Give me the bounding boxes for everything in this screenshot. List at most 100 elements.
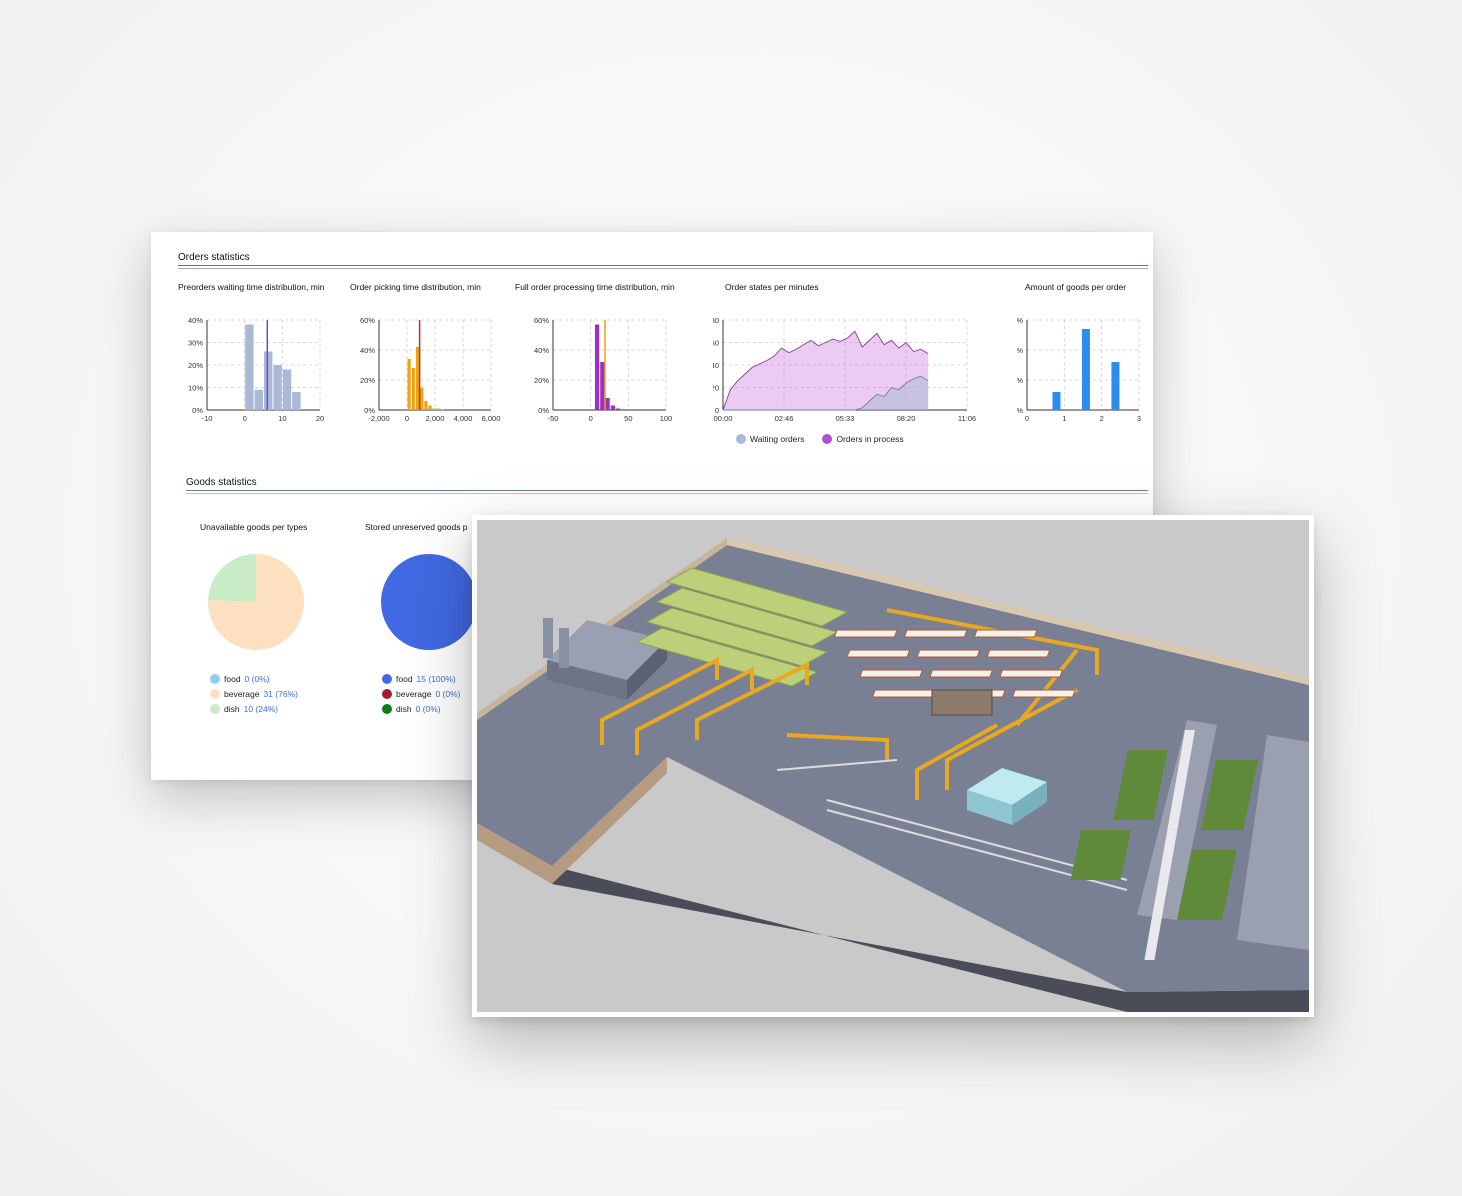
legend-value: 15 (100%) bbox=[416, 673, 456, 684]
legend-value: 31 (76%) bbox=[263, 688, 298, 699]
unavailable-goods-legend: food 0 (0%) beverage 31 (76%) dish 10 (24%) bbox=[210, 671, 298, 716]
legend-row-food[interactable]: food 15 (100%) bbox=[382, 671, 461, 686]
x-tick-label: 02:46 bbox=[775, 414, 794, 423]
legend-label-waiting: Waiting orders bbox=[750, 434, 805, 444]
x-tick-label: 0 bbox=[243, 414, 247, 423]
histogram-bar bbox=[600, 362, 605, 410]
y-tick-label: 0% bbox=[1017, 406, 1023, 415]
orders-section-rule-secondary bbox=[178, 268, 1148, 269]
bar bbox=[1086, 409, 1095, 410]
bar bbox=[1052, 392, 1061, 410]
pie-slice bbox=[208, 554, 256, 602]
orders-section-title: Orders statistics bbox=[178, 252, 250, 263]
legend-row-beverage[interactable]: beverage 0 (0%) bbox=[382, 686, 461, 701]
y-tick-label: 60% bbox=[534, 316, 549, 325]
x-tick-label: 1 bbox=[1062, 414, 1066, 423]
legend-item-orders-in-process[interactable]: Orders in process bbox=[822, 434, 904, 444]
x-tick-label: 00:00 bbox=[714, 414, 733, 423]
legend-row-beverage[interactable]: beverage 31 (76%) bbox=[210, 686, 298, 701]
y-tick-label: 40% bbox=[188, 316, 203, 325]
y-tick-label: 20% bbox=[360, 376, 375, 385]
legend-dot-in-process bbox=[822, 434, 833, 444]
x-tick-label: 3 bbox=[1137, 414, 1141, 423]
unavailable-goods-pie bbox=[208, 554, 304, 650]
y-tick-label: 20% bbox=[188, 361, 203, 370]
legend-dot-dish bbox=[382, 703, 392, 714]
legend-label: food bbox=[396, 673, 413, 684]
x-tick-label: 50 bbox=[624, 414, 632, 423]
legend-value: 0 (0%) bbox=[244, 673, 270, 684]
legend-value: 0 (0%) bbox=[415, 703, 441, 714]
histogram-bar bbox=[436, 408, 441, 410]
chart-title-goods-per-order: Amount of goods per order bbox=[1025, 282, 1127, 292]
y-tick-label: 40% bbox=[534, 346, 549, 355]
packing-machine bbox=[931, 689, 993, 716]
y-tick-label: 20% bbox=[1017, 376, 1023, 385]
x-tick-label: 20 bbox=[316, 414, 324, 423]
histogram-bar bbox=[245, 324, 254, 410]
warehouse-3d-scene[interactable] bbox=[477, 520, 1309, 1012]
x-tick-label: -2,000 bbox=[368, 414, 389, 423]
histogram-bar bbox=[273, 365, 282, 410]
x-tick-label: 05:33 bbox=[836, 414, 855, 423]
legend-row-food[interactable]: food 0 (0%) bbox=[210, 671, 298, 686]
goods-section-rule bbox=[186, 490, 1148, 491]
histogram-bar bbox=[411, 368, 415, 410]
legend-dot-food bbox=[382, 673, 392, 684]
x-tick-label: 0 bbox=[1025, 414, 1029, 423]
goods-section-title: Goods statistics bbox=[186, 477, 257, 488]
x-tick-label: 0 bbox=[589, 414, 593, 423]
histogram-bar bbox=[415, 347, 420, 410]
legend-item-waiting-orders[interactable]: Waiting orders bbox=[736, 434, 804, 444]
order-states-area-chart: 02040608000:0002:4605:3308:2011:06 bbox=[713, 316, 976, 423]
y-tick-label: 80 bbox=[713, 316, 719, 325]
legend-dot-dish bbox=[210, 703, 220, 714]
legend-value: 0 (0%) bbox=[435, 688, 461, 699]
histogram-bar bbox=[264, 351, 273, 410]
histogram-bar bbox=[441, 409, 445, 410]
order-states-legend: Waiting orders Orders in process bbox=[736, 434, 904, 444]
histogram-bar bbox=[605, 398, 610, 410]
y-tick-label: 60% bbox=[1017, 316, 1023, 325]
preorders-waiting-histogram: 0%10%20%30%40%-10 0 10 20 bbox=[188, 316, 324, 423]
y-tick-label: 20% bbox=[534, 376, 549, 385]
legend-row-dish[interactable]: dish 0 (0%) bbox=[382, 701, 461, 716]
histogram-bar bbox=[424, 401, 428, 410]
histogram-bar bbox=[621, 409, 626, 410]
y-tick-label: 40% bbox=[1017, 346, 1023, 355]
histogram-bar bbox=[420, 387, 424, 410]
legend-label: dish bbox=[224, 703, 240, 714]
orders-section-rule bbox=[178, 265, 1148, 266]
y-tick-label: 10% bbox=[188, 384, 203, 393]
histogram-bar bbox=[594, 324, 600, 410]
histogram-bar bbox=[292, 392, 301, 410]
histogram-bar bbox=[610, 405, 616, 410]
chart-title-preorders: Preorders waiting time distribution, min bbox=[178, 282, 325, 292]
chart-title-order-states: Order states per minutes bbox=[725, 282, 819, 292]
x-tick-label: 100 bbox=[660, 414, 673, 423]
pie-slice bbox=[381, 554, 477, 650]
warehouse-3d-view[interactable] bbox=[472, 515, 1314, 1017]
x-tick-label: -10 bbox=[202, 414, 213, 423]
x-tick-label: 2 bbox=[1100, 414, 1104, 423]
histogram-bar bbox=[432, 408, 436, 410]
x-tick-label: 11:06 bbox=[958, 414, 976, 423]
legend-dot-waiting bbox=[736, 434, 746, 444]
legend-row-dish[interactable]: dish 10 (24%) bbox=[210, 701, 298, 716]
chart-title-picking: Order picking time distribution, min bbox=[350, 282, 481, 292]
legend-label: beverage bbox=[396, 688, 432, 699]
stored-unreserved-pie bbox=[381, 554, 477, 650]
histogram-bar bbox=[407, 359, 411, 410]
y-tick-label: 60 bbox=[713, 339, 719, 348]
stored-unreserved-legend: food 15 (100%) beverage 0 (0%) dish 0 (0%) bbox=[382, 671, 461, 716]
full-processing-histogram: 0%20%40%60%-50 0 50 100 bbox=[534, 316, 673, 423]
legend-label: food bbox=[224, 673, 241, 684]
chart-title-stored-unreserved: Stored unreserved goods p bbox=[365, 522, 468, 532]
x-tick-label: 08:20 bbox=[897, 414, 916, 423]
y-tick-label: 60% bbox=[360, 316, 375, 325]
bar bbox=[1111, 362, 1120, 410]
histogram-bar bbox=[616, 408, 621, 410]
bar bbox=[1081, 329, 1090, 410]
legend-dot-beverage bbox=[210, 688, 220, 699]
histogram-bar bbox=[282, 369, 292, 410]
